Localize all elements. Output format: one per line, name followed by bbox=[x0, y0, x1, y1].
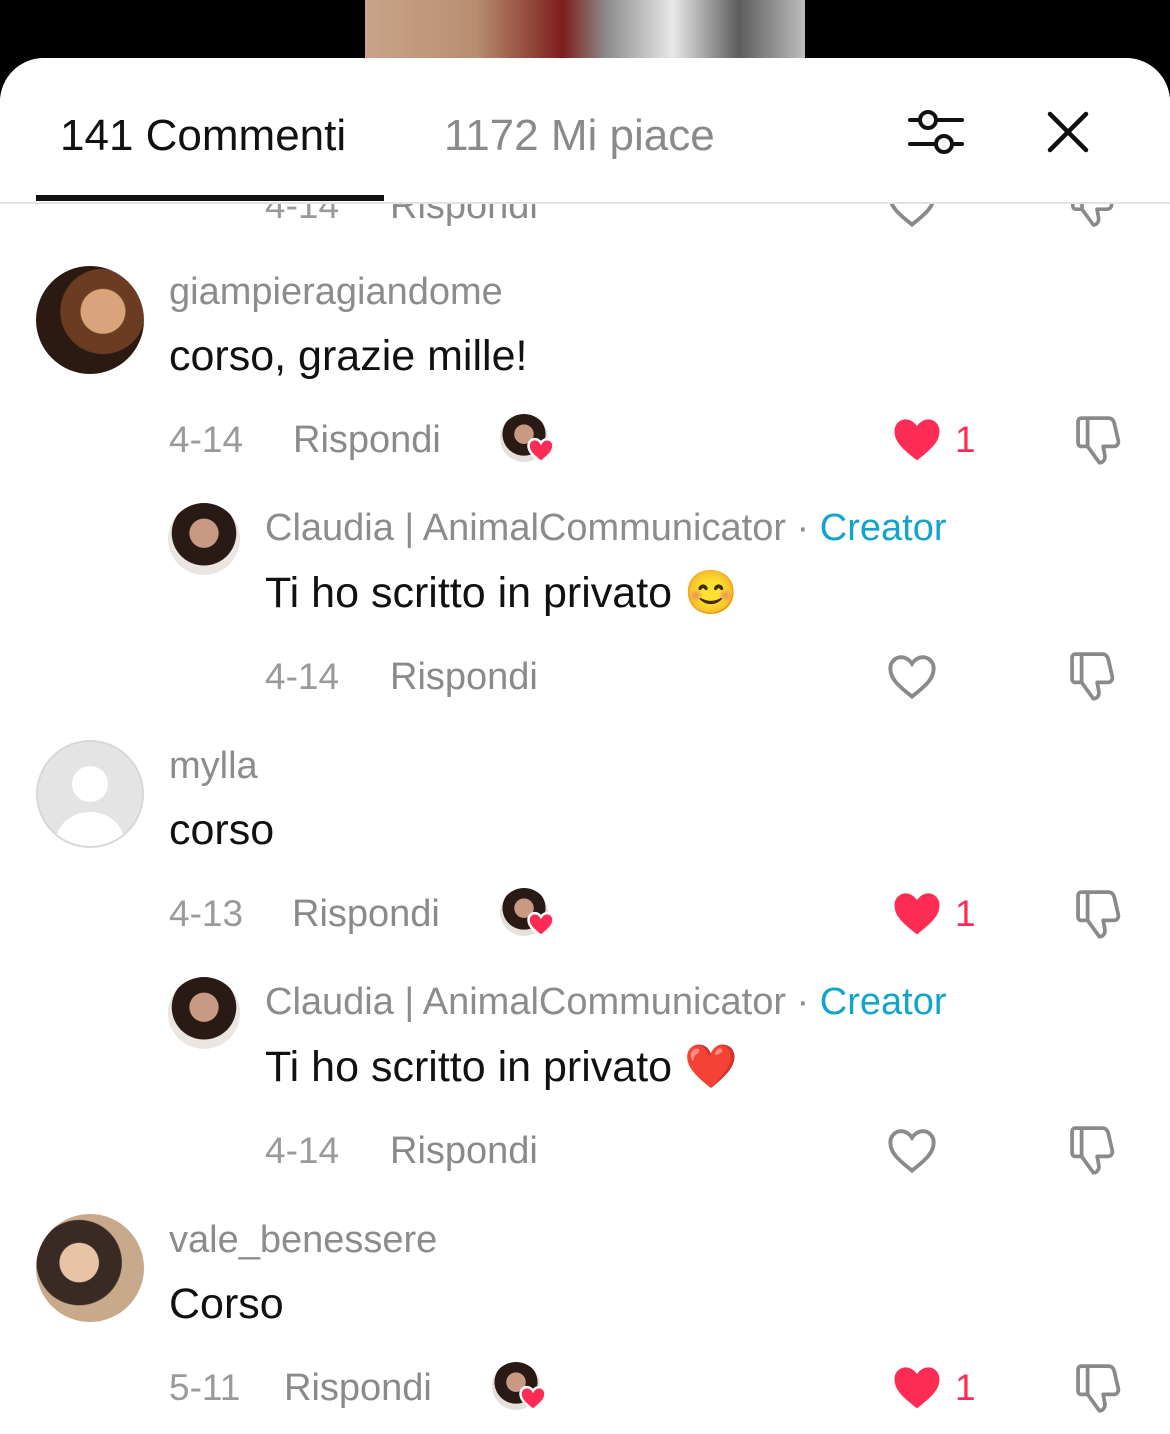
creator-liked-badge bbox=[500, 888, 556, 944]
like-count: 1 bbox=[955, 893, 976, 934]
dislike-icon[interactable] bbox=[1066, 650, 1118, 704]
like-count: 1 bbox=[955, 419, 976, 460]
dislike-icon[interactable] bbox=[1072, 414, 1124, 468]
heart-icon[interactable] bbox=[886, 1126, 938, 1174]
reply-text: Ti ho scritto in privato ❤️ bbox=[265, 1043, 738, 1091]
reply-button[interactable]: Rispondi bbox=[293, 418, 441, 462]
reply-username-row: Claudia | AnimalCommunicator · Creator bbox=[265, 506, 946, 550]
dislike-icon[interactable] bbox=[1072, 1362, 1124, 1416]
comment-date: 4-13 bbox=[169, 893, 244, 934]
comment-username[interactable]: mylla bbox=[169, 744, 258, 788]
avatar[interactable] bbox=[168, 977, 240, 1049]
comments-header: 141 Commenti 1172 Mi piace bbox=[0, 58, 1170, 204]
tab-likes[interactable]: 1172 Mi piace bbox=[444, 110, 715, 162]
reply-button[interactable]: Rispondi bbox=[284, 1366, 432, 1410]
comment-date: 5-11 bbox=[169, 1367, 241, 1408]
heart-filled-icon[interactable] bbox=[890, 414, 944, 464]
creator-liked-badge bbox=[500, 414, 556, 470]
creator-badge: Creator bbox=[819, 507, 947, 549]
heart-filled-icon bbox=[527, 911, 555, 938]
heart-icon[interactable] bbox=[886, 652, 938, 700]
comment-text: corso, grazie mille! bbox=[169, 332, 528, 380]
dislike-icon[interactable] bbox=[1066, 1124, 1118, 1178]
comments-sheet: 4-14 Rispondi giampieragiandome corso, g… bbox=[0, 58, 1170, 1434]
reply-button[interactable]: Rispondi bbox=[390, 1129, 538, 1173]
reply-button[interactable]: Rispondi bbox=[292, 892, 440, 936]
comment-text: corso bbox=[169, 806, 275, 854]
tab-comments[interactable]: 141 Commenti bbox=[60, 110, 346, 162]
heart-filled-icon bbox=[519, 1385, 547, 1412]
like-count: 1 bbox=[955, 1367, 976, 1408]
creator-liked-badge bbox=[492, 1362, 548, 1418]
heart-filled-icon[interactable] bbox=[890, 888, 944, 938]
heart-filled-icon bbox=[527, 437, 555, 464]
reply-text: Ti ho scritto in privato 😊 bbox=[265, 569, 738, 617]
reply-date: 4-14 bbox=[265, 656, 340, 697]
reply-date: 4-14 bbox=[265, 1130, 340, 1171]
reply-username[interactable]: Claudia | AnimalCommunicator bbox=[265, 507, 786, 549]
comment-text: Corso bbox=[169, 1280, 284, 1328]
creator-badge: Creator bbox=[819, 981, 947, 1023]
comment-date: 4-14 bbox=[169, 419, 244, 460]
dislike-icon[interactable] bbox=[1072, 888, 1124, 942]
comment-list[interactable]: 4-14 Rispondi giampieragiandome corso, g… bbox=[0, 58, 1170, 1434]
comment-username[interactable]: giampieragiandome bbox=[169, 270, 503, 314]
avatar[interactable] bbox=[36, 1214, 144, 1322]
close-icon[interactable] bbox=[1044, 108, 1092, 156]
comment-username[interactable]: vale_benessere bbox=[169, 1218, 437, 1262]
reply-username[interactable]: Claudia | AnimalCommunicator bbox=[265, 981, 786, 1023]
active-tab-indicator bbox=[36, 195, 384, 201]
sliders-filter-icon[interactable] bbox=[906, 106, 966, 158]
avatar[interactable] bbox=[168, 503, 240, 575]
avatar[interactable] bbox=[36, 266, 144, 374]
default-avatar[interactable] bbox=[36, 740, 144, 848]
heart-filled-icon[interactable] bbox=[890, 1362, 944, 1412]
separator: · bbox=[796, 981, 810, 1023]
separator: · bbox=[796, 507, 810, 549]
reply-username-row: Claudia | AnimalCommunicator · Creator bbox=[265, 980, 946, 1024]
reply-button[interactable]: Rispondi bbox=[390, 655, 538, 699]
